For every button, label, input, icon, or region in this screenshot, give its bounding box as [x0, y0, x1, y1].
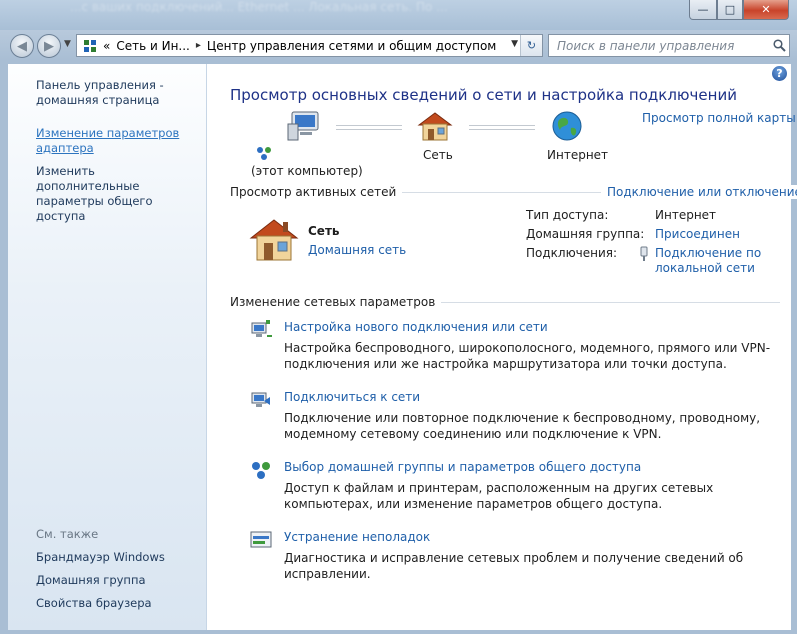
background-window-text: ...с ваших подключений... Ethernet ... Л…	[70, 0, 448, 14]
control-panel-icon	[84, 39, 96, 52]
access-type-value: Интернет	[655, 208, 717, 222]
homegroup-icon	[252, 462, 270, 479]
map-network-label: Сеть	[423, 148, 453, 162]
task-connect-link[interactable]: Подключиться к сети	[284, 390, 420, 404]
page-title: Просмотр основных сведений о сети и наст…	[230, 86, 737, 104]
network-shield-icon	[257, 147, 271, 160]
see-also-heading: См. также	[36, 527, 99, 541]
forward-button[interactable]: ▶	[37, 34, 61, 58]
connections-label: Подключения:	[526, 246, 618, 260]
window-frame-bottom	[0, 630, 797, 634]
internet-globe-icon[interactable]	[551, 110, 583, 142]
ethernet-plug-icon	[640, 246, 648, 261]
control-panel-window: ...с ваших подключений... Ethernet ... Л…	[0, 0, 797, 634]
sidebar-adapter-link[interactable]: Изменение параметров адаптера	[36, 126, 186, 156]
new-connection-icon	[251, 320, 272, 337]
home-network-icon[interactable]	[417, 110, 453, 142]
window-frame-right	[791, 64, 797, 634]
active-networks-header: Просмотр активных сетей	[230, 185, 403, 199]
change-settings-header: Изменение сетевых параметров	[230, 295, 442, 309]
troubleshoot-icon	[250, 531, 272, 548]
task-homegroup-link[interactable]: Выбор домашней группы и параметров общег…	[284, 460, 641, 474]
access-type-label: Тип доступа:	[526, 208, 609, 222]
address-dropdown-icon[interactable]: ▼	[511, 39, 518, 49]
arrow-left-icon: ◀	[17, 38, 27, 54]
map-link-line-1	[336, 125, 402, 130]
task-new-connection-link[interactable]: Настройка нового подключения или сети	[284, 320, 548, 334]
refresh-button[interactable]: ↻	[520, 35, 542, 56]
minimize-button[interactable]: —	[689, 0, 717, 20]
network-type-link[interactable]: Домашняя сеть	[308, 243, 406, 257]
breadcrumb-separator-icon[interactable]: ▸	[196, 40, 201, 51]
help-icon[interactable]: ?	[772, 66, 787, 81]
see-also-browser-properties[interactable]: Свойства браузера	[36, 596, 152, 611]
lan-connection-link[interactable]: Подключение по локальной сети	[655, 246, 765, 276]
map-link-line-2	[469, 125, 535, 130]
sidebar-home-link[interactable]: Панель управления - домашняя страница	[36, 78, 186, 108]
breadcrumb-network-internet[interactable]: Сеть и Ин...	[116, 39, 190, 53]
search-icon[interactable]	[769, 36, 789, 56]
task-troubleshoot-desc: Диагностика и исправление сетевых пробле…	[284, 551, 744, 581]
see-also-homegroup[interactable]: Домашняя группа	[36, 573, 146, 588]
title-bar: ...с ваших подключений... Ethernet ... Л…	[0, 0, 797, 30]
arrow-right-icon: ▶	[44, 38, 54, 54]
home-network-large-icon	[249, 219, 299, 261]
task-troubleshoot-link[interactable]: Устранение неполадок	[284, 530, 430, 544]
computer-icon[interactable]	[286, 110, 322, 142]
sidebar-sharing-link[interactable]: Изменить дополнительные параметры общего…	[36, 164, 201, 224]
close-button[interactable]: ✕	[743, 0, 789, 20]
maximize-button[interactable]: □	[717, 0, 743, 20]
homegroup-link[interactable]: Присоединен	[655, 227, 740, 241]
map-internet-label: Интернет	[547, 148, 609, 162]
active-network-name: Сеть	[308, 224, 340, 238]
address-bar[interactable]: « Сеть и Ин... ▸ Центр управления сетями…	[76, 34, 543, 57]
map-computer-label: (этот компьютер)	[251, 164, 363, 178]
task-connect-desc: Подключение или повторное подключение к …	[284, 411, 761, 441]
back-button[interactable]: ◀	[10, 34, 34, 58]
full-map-link[interactable]: Просмотр полной карты	[642, 111, 796, 125]
connect-disconnect-link[interactable]: Подключение или отключение	[601, 185, 797, 199]
task-new-connection-desc: Настройка беспроводного, широкополосного…	[284, 341, 771, 371]
task-homegroup-desc: Доступ к файлам и принтерам, расположенн…	[284, 481, 714, 511]
caption-buttons: — □ ✕	[689, 0, 789, 20]
search-input[interactable]: Поиск в панели управления	[557, 39, 769, 53]
search-box[interactable]: Поиск в панели управления	[548, 34, 790, 57]
breadcrumb-network-center[interactable]: Центр управления сетями и общим доступом	[207, 39, 496, 53]
sidebar: Панель управления - домашняя страница Из…	[8, 64, 207, 630]
breadcrumb-overflow[interactable]: «	[103, 39, 110, 53]
homegroup-label: Домашняя группа:	[526, 227, 645, 241]
history-dropdown-icon[interactable]: ▼	[64, 39, 71, 49]
connect-to-network-icon	[251, 392, 270, 407]
see-also-firewall[interactable]: Брандмауэр Windows	[36, 550, 165, 565]
refresh-icon: ↻	[526, 39, 537, 52]
